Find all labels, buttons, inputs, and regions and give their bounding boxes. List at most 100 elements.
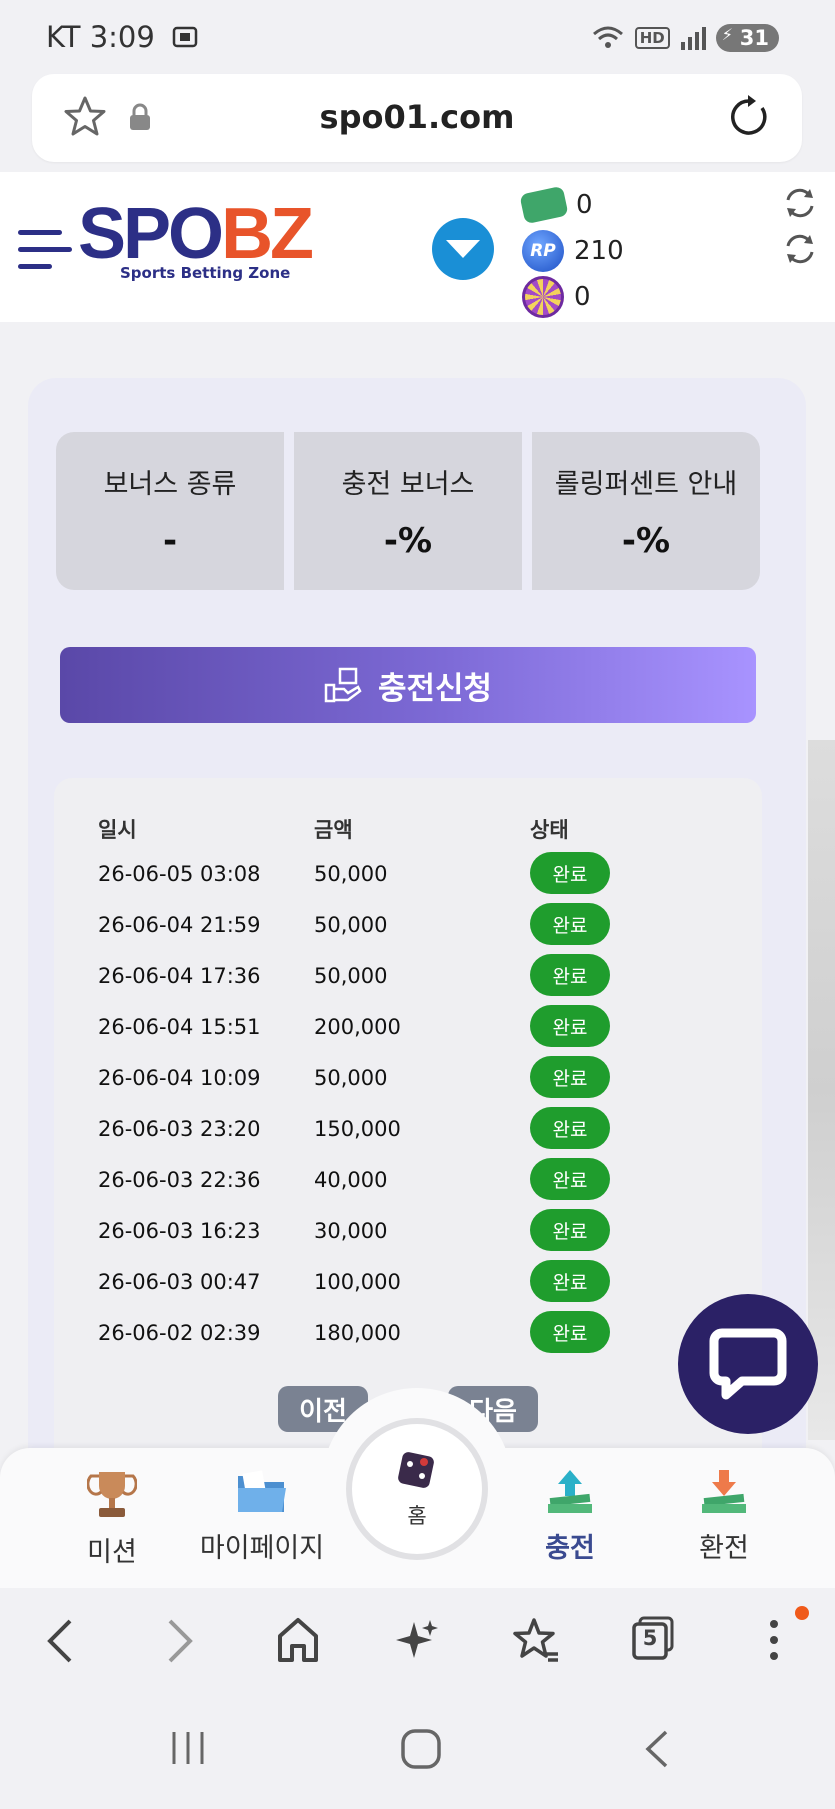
nav-mission-label: 미션 bbox=[87, 1537, 137, 1568]
notification-dot bbox=[795, 1606, 809, 1620]
chat-bubble-icon bbox=[709, 1328, 787, 1400]
row-amount: 50,000 bbox=[314, 862, 388, 886]
table-row: 26-06-03 16:23 30,000 완료 bbox=[98, 1209, 738, 1253]
balance-cash-value: 0 bbox=[576, 190, 593, 220]
row-amount: 50,000 bbox=[314, 1066, 388, 1090]
site-header: SPOBZ Sports Betting Zone 0 RP 210 0 bbox=[0, 172, 835, 322]
nav-mypage[interactable]: 마이페이지 bbox=[182, 1468, 342, 1565]
system-home-icon[interactable] bbox=[400, 1728, 442, 1770]
rolling-percent-box: 롤링퍼센트 안내 -% bbox=[532, 432, 760, 590]
signal-icon bbox=[680, 27, 706, 50]
status-badge: 완료 bbox=[530, 1209, 610, 1251]
charge-bonus-label: 충전 보너스 bbox=[341, 468, 475, 500]
table-row: 26-06-03 22:36 40,000 완료 bbox=[98, 1158, 738, 1202]
balance-dart: 0 bbox=[522, 274, 624, 320]
balance-list: 0 RP 210 0 bbox=[519, 182, 624, 320]
address-bar[interactable]: spo01.com bbox=[32, 74, 802, 162]
wifi-icon bbox=[592, 26, 623, 48]
status-badge: 완료 bbox=[530, 1005, 610, 1047]
charge-request-button[interactable]: 충전신청 bbox=[60, 647, 756, 723]
row-amount: 180,000 bbox=[314, 1321, 401, 1345]
bonus-info-row: 보너스 종류 - 충전 보너스 -% 롤링퍼센트 안내 -% bbox=[56, 432, 760, 590]
column-date: 일시 bbox=[98, 818, 137, 842]
table-row: 26-06-04 21:59 50,000 완료 bbox=[98, 903, 738, 947]
nav-exchange[interactable]: 환전 bbox=[644, 1468, 804, 1565]
status-badge: 완료 bbox=[530, 852, 610, 894]
column-status: 상태 bbox=[530, 818, 569, 842]
forward-icon[interactable] bbox=[160, 1616, 200, 1666]
balance-dart-value: 0 bbox=[574, 282, 591, 312]
balance-cash: 0 bbox=[519, 182, 624, 228]
nav-mission[interactable]: 미션 bbox=[32, 1468, 192, 1569]
row-date: 26-06-04 10:09 bbox=[98, 1066, 261, 1090]
site-logo[interactable]: SPOBZ Sports Betting Zone bbox=[78, 198, 314, 282]
refresh-points-icon[interactable] bbox=[783, 232, 817, 266]
carrier-time: KT 3:09 bbox=[46, 20, 155, 54]
table-row: 26-06-02 02:39 180,000 완료 bbox=[98, 1311, 738, 1355]
dartboard-icon bbox=[522, 276, 564, 318]
status-badge: 완료 bbox=[530, 1056, 610, 1098]
recent-apps-icon[interactable] bbox=[168, 1728, 208, 1768]
row-amount: 100,000 bbox=[314, 1270, 401, 1294]
row-date: 26-06-04 21:59 bbox=[98, 913, 261, 937]
bonus-type-label: 보너스 종류 bbox=[103, 468, 237, 500]
status-badge: 완료 bbox=[530, 954, 610, 996]
table-row: 26-06-04 15:51 200,000 완료 bbox=[98, 1005, 738, 1049]
row-amount: 150,000 bbox=[314, 1117, 401, 1141]
column-amount: 금액 bbox=[314, 818, 353, 842]
back-icon[interactable] bbox=[40, 1616, 80, 1666]
battery-icon: 31 bbox=[715, 24, 779, 52]
rolling-percent-label: 롤링퍼센트 안내 bbox=[554, 468, 738, 500]
table-row: 26-06-04 10:09 50,000 완료 bbox=[98, 1056, 738, 1100]
status-badge: 완료 bbox=[530, 1158, 610, 1200]
hd-icon: HD bbox=[634, 27, 670, 49]
casino-dice-icon bbox=[398, 1452, 434, 1488]
nav-charge[interactable]: 충전 bbox=[490, 1468, 650, 1565]
balance-rp: RP 210 bbox=[522, 228, 624, 274]
ai-sparkle-icon[interactable] bbox=[394, 1616, 440, 1664]
tabs-count: 5 bbox=[642, 1626, 658, 1650]
status-badge: 완료 bbox=[530, 903, 610, 945]
logo-tagline: Sports Betting Zone bbox=[120, 264, 291, 282]
charge-panel: 보너스 종류 - 충전 보너스 -% 롤링퍼센트 안내 -% 충전신청 일시 금… bbox=[28, 378, 806, 1478]
row-date: 26-06-03 22:36 bbox=[98, 1168, 261, 1192]
live-chat-button[interactable] bbox=[678, 1294, 818, 1434]
money-deposit-icon bbox=[548, 1470, 592, 1513]
row-date: 26-06-03 16:23 bbox=[98, 1219, 261, 1243]
rolling-percent-value: -% bbox=[621, 520, 671, 561]
trophy-icon bbox=[87, 1472, 137, 1517]
table-row: 26-06-04 17:36 50,000 완료 bbox=[98, 954, 738, 998]
folder-icon bbox=[238, 1470, 286, 1512]
table-row: 26-06-05 03:08 50,000 완료 bbox=[98, 852, 738, 896]
bookmarks-icon[interactable] bbox=[512, 1616, 560, 1664]
status-badge: 완료 bbox=[530, 1107, 610, 1149]
bonus-type-box: 보너스 종류 - bbox=[56, 432, 284, 590]
row-date: 26-06-04 15:51 bbox=[98, 1015, 261, 1039]
mail-icon[interactable] bbox=[432, 218, 494, 280]
browser-toolbar: 5 bbox=[0, 1588, 835, 1698]
hamburger-menu-icon[interactable] bbox=[18, 228, 72, 272]
more-menu-icon[interactable] bbox=[764, 1616, 784, 1664]
charge-bonus-value: -% bbox=[383, 520, 433, 561]
reload-icon[interactable] bbox=[726, 94, 772, 140]
charge-request-label: 충전신청 bbox=[377, 670, 493, 706]
nav-home-label: 홈 bbox=[407, 1504, 427, 1528]
nav-home[interactable]: 홈 bbox=[346, 1418, 488, 1560]
logo-primary-text: SPO bbox=[78, 194, 224, 274]
row-amount: 50,000 bbox=[314, 913, 388, 937]
charge-history-table: 일시 금액 상태 26-06-05 03:08 50,000 완료 26-06-04… bbox=[54, 778, 762, 1478]
system-back-icon[interactable] bbox=[640, 1728, 674, 1770]
url-text[interactable]: spo01.com bbox=[32, 98, 802, 136]
row-date: 26-06-02 02:39 bbox=[98, 1321, 261, 1345]
cash-icon bbox=[519, 185, 569, 225]
row-date: 26-06-04 17:36 bbox=[98, 964, 261, 988]
refresh-cash-icon[interactable] bbox=[783, 186, 817, 220]
home-icon[interactable] bbox=[276, 1616, 320, 1664]
system-navigation-bar bbox=[0, 1698, 835, 1809]
row-amount: 50,000 bbox=[314, 964, 388, 988]
balance-rp-value: 210 bbox=[574, 236, 624, 266]
tabs-icon[interactable]: 5 bbox=[632, 1616, 676, 1662]
nav-exchange-label: 환전 bbox=[699, 1533, 749, 1564]
rolling-point-icon: RP bbox=[522, 230, 564, 272]
row-amount: 30,000 bbox=[314, 1219, 388, 1243]
